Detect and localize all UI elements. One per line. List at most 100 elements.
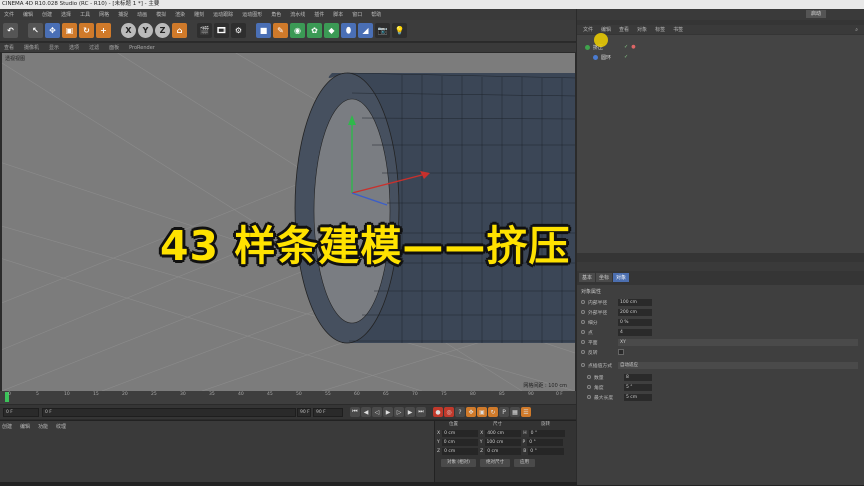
max-length-field[interactable]: 5 cm: [624, 393, 652, 401]
subdivision-icon[interactable]: ◉: [290, 23, 305, 38]
position-z-field[interactable]: 0 cm: [442, 448, 479, 455]
layout-select[interactable]: 启动: [806, 10, 826, 18]
viewport-menu-item[interactable]: 过滤: [89, 44, 99, 51]
array-icon[interactable]: ✿: [307, 23, 322, 38]
menu-item[interactable]: 帮助: [371, 11, 381, 18]
start-frame-field[interactable]: 0 F: [3, 407, 39, 417]
next-key-icon[interactable]: ▶: [405, 407, 415, 417]
object-menu-item[interactable]: 查看: [619, 26, 629, 33]
object-menu-item[interactable]: 书签: [673, 26, 683, 33]
frame-range-slider[interactable]: 0 F: [42, 407, 296, 417]
viewport-menu-item[interactable]: 面板: [109, 44, 119, 51]
animate-dot-icon[interactable]: [587, 375, 591, 379]
animate-dot-icon[interactable]: [581, 350, 585, 354]
menu-item[interactable]: 雕刻: [194, 11, 204, 18]
rotation-b-field[interactable]: 0 °: [528, 448, 565, 455]
animate-dot-icon[interactable]: [581, 310, 585, 314]
position-y-field[interactable]: 0 cm: [441, 439, 478, 446]
render-settings-icon[interactable]: ⚙: [231, 23, 246, 38]
object-menu-item[interactable]: 对象: [637, 26, 647, 33]
axis-x-button[interactable]: X: [121, 23, 136, 38]
animate-dot-icon[interactable]: [581, 363, 585, 367]
object-list[interactable]: 挤压 ✓ ● 圆环 ✓: [577, 33, 864, 253]
menu-item[interactable]: 捕捉: [118, 11, 128, 18]
material-menu-item[interactable]: 创建: [2, 423, 12, 430]
object-row-circle[interactable]: 圆环 ✓: [593, 53, 628, 61]
tab-object[interactable]: 对象: [613, 273, 630, 282]
rotation-h-field[interactable]: 0 °: [528, 430, 565, 437]
material-menu-item[interactable]: 纹理: [56, 423, 66, 430]
key-pla-icon[interactable]: ▦: [510, 407, 520, 417]
menu-item[interactable]: 文件: [4, 11, 14, 18]
pen-spline-icon[interactable]: ✎: [273, 23, 288, 38]
step-forward-icon[interactable]: ▷: [394, 407, 404, 417]
undo-icon[interactable]: ↶: [3, 23, 18, 38]
visibility-check-icon[interactable]: ✓: [624, 54, 628, 60]
render-view-icon[interactable]: 🎬: [197, 23, 212, 38]
menu-item[interactable]: 动画: [137, 11, 147, 18]
select-arrow-icon[interactable]: ↖: [28, 23, 43, 38]
animate-dot-icon[interactable]: [581, 330, 585, 334]
inner-radius-field[interactable]: 100 cm: [618, 298, 652, 306]
menu-item[interactable]: 流水线: [290, 11, 305, 18]
apply-button[interactable]: 应用: [513, 459, 535, 467]
interpolation-select[interactable]: 自动适应: [618, 361, 858, 369]
coordinate-system-icon[interactable]: ⌂: [172, 23, 187, 38]
scene-icon[interactable]: ⬮: [341, 23, 356, 38]
end-frame-field[interactable]: 90 F: [297, 407, 311, 417]
menu-item[interactable]: 模拟: [156, 11, 166, 18]
viewport-menu-item[interactable]: 摄像机: [24, 44, 39, 51]
timeline-menu-icon[interactable]: ☰: [521, 407, 531, 417]
plane-select[interactable]: XY: [618, 338, 858, 346]
count-field[interactable]: 8: [624, 373, 652, 381]
position-x-field[interactable]: 0 cm: [442, 430, 479, 437]
camera-icon[interactable]: 📷: [375, 23, 390, 38]
key-param-icon[interactable]: P: [499, 407, 509, 417]
object-menu-item[interactable]: 编辑: [601, 26, 611, 33]
key-position-icon[interactable]: ✥: [466, 407, 476, 417]
menu-item[interactable]: 编辑: [23, 11, 33, 18]
animate-dot-icon[interactable]: [587, 395, 591, 399]
tab-coordinates[interactable]: 坐标: [596, 273, 613, 282]
tab-basic[interactable]: 基本: [579, 273, 596, 282]
cube-icon[interactable]: ■: [256, 23, 271, 38]
subdivision-field[interactable]: 0 %: [618, 318, 652, 326]
animate-dot-icon[interactable]: [581, 320, 585, 324]
viewport-menu-item[interactable]: 选项: [69, 44, 79, 51]
menu-item[interactable]: 网格: [99, 11, 109, 18]
keyframe-selection-icon[interactable]: ?: [455, 407, 465, 417]
search-icon[interactable]: ⌕: [855, 27, 858, 33]
play-icon[interactable]: ▶: [383, 407, 393, 417]
object-menu-item[interactable]: 文件: [583, 26, 593, 33]
visibility-check-icon[interactable]: ✓: [624, 44, 628, 50]
animate-dot-icon[interactable]: [587, 385, 591, 389]
menu-item[interactable]: 选择: [61, 11, 71, 18]
points-field[interactable]: 4: [618, 328, 652, 336]
coordinate-mode-select[interactable]: 对象 (相对): [441, 459, 476, 467]
menu-item[interactable]: 渲染: [175, 11, 185, 18]
rotate-icon[interactable]: ↻: [79, 23, 94, 38]
rotation-p-field[interactable]: 0 °: [527, 439, 564, 446]
viewport-menu-item[interactable]: 查看: [4, 44, 14, 51]
record-icon[interactable]: ●: [433, 407, 443, 417]
key-scale-icon[interactable]: ▣: [477, 407, 487, 417]
menu-item[interactable]: 脚本: [333, 11, 343, 18]
object-row-extrude[interactable]: 挤压 ✓ ●: [585, 43, 636, 51]
max-frame-field[interactable]: 90 F: [313, 407, 343, 417]
previous-key-icon[interactable]: ◀: [361, 407, 371, 417]
timeline[interactable]: 0 5 10 15 20 25 30 35 40 45 50 55 60 65 …: [0, 391, 576, 404]
material-menu-item[interactable]: 功能: [38, 423, 48, 430]
axis-y-button[interactable]: Y: [138, 23, 153, 38]
scale-icon[interactable]: ▣: [62, 23, 77, 38]
size-x-field[interactable]: 400 cm: [485, 430, 522, 437]
angle-field[interactable]: 5 °: [624, 383, 652, 391]
viewport-menu-item[interactable]: ProRender: [129, 45, 155, 51]
size-mode-select[interactable]: 绝对尺寸: [479, 459, 510, 467]
step-back-icon[interactable]: ◁: [372, 407, 382, 417]
menu-item[interactable]: 创建: [42, 11, 52, 18]
light-icon[interactable]: 💡: [392, 23, 407, 38]
size-y-field[interactable]: 100 cm: [484, 439, 521, 446]
go-to-end-icon[interactable]: ⏭: [416, 407, 426, 417]
menu-item[interactable]: 窗口: [352, 11, 362, 18]
axis-z-button[interactable]: Z: [155, 23, 170, 38]
